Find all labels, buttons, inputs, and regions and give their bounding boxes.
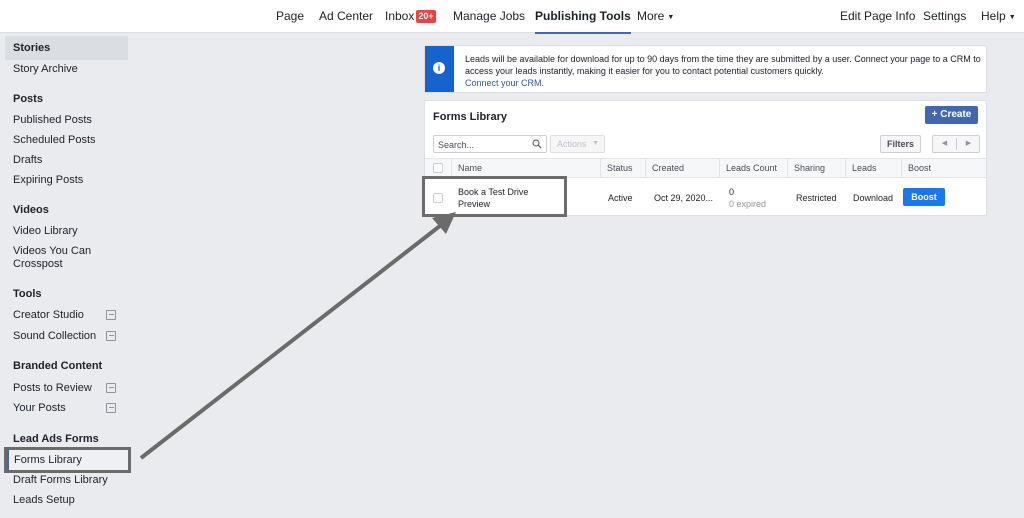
external-link-icon: [106, 331, 116, 341]
sidebar-item-published-posts[interactable]: Published Posts: [13, 114, 128, 127]
nav-edit-page-info[interactable]: Edit Page Info: [840, 0, 915, 33]
select-all-checkbox[interactable]: [433, 163, 443, 173]
form-created-date: Oct 29, 2020...: [654, 193, 714, 203]
inbox-count-badge: 20+: [416, 10, 436, 23]
actions-dropdown[interactable]: Actions ▼: [550, 135, 605, 153]
sidebar-item-video-library[interactable]: Video Library: [13, 225, 128, 238]
sidebar-item-scheduled-posts[interactable]: Scheduled Posts: [13, 134, 128, 147]
active-indicator: [7, 450, 9, 470]
sidebar-heading-branded-content: Branded Content: [13, 360, 103, 372]
nav-help-label: Help: [981, 9, 1006, 23]
nav-publishing-tools[interactable]: Publishing Tools: [535, 0, 631, 34]
leads-count: 0: [729, 187, 735, 197]
info-banner-text: Leads will be available for download for…: [465, 53, 985, 89]
nav-more-label: More: [637, 9, 665, 23]
search-box[interactable]: [433, 135, 547, 153]
nav-manage-jobs[interactable]: Manage Jobs: [453, 0, 525, 33]
column-header-status[interactable]: Status: [600, 159, 645, 177]
nav-ad-center[interactable]: Ad Center: [319, 0, 373, 33]
table-header: Name Status Created Leads Count Sharing …: [425, 158, 986, 178]
sidebar-item-forms-library-label: Forms Library: [14, 454, 82, 466]
nav-inbox[interactable]: Inbox 20+: [385, 0, 436, 33]
sidebar-item-drafts[interactable]: Drafts: [13, 154, 128, 167]
sidebar-item-stories-label: Stories: [13, 42, 51, 54]
info-banner: i Leads will be available for download f…: [424, 45, 987, 93]
boost-button[interactable]: Boost: [903, 188, 945, 206]
external-link-icon: [106, 310, 116, 320]
connect-crm-link[interactable]: Connect your CRM.: [465, 78, 544, 88]
sharing-status: Restricted: [796, 193, 837, 203]
column-header-boost[interactable]: Boost: [901, 159, 986, 177]
column-header-name[interactable]: Name: [451, 159, 600, 177]
left-sidebar: Stories Story Archive Posts Published Po…: [0, 33, 140, 518]
sidebar-item-leads-setup[interactable]: Leads Setup: [13, 494, 128, 507]
nav-inbox-label: Inbox: [385, 9, 415, 23]
sidebar-item-sound-collection[interactable]: Sound Collection: [13, 330, 128, 343]
form-status: Active: [608, 193, 633, 203]
external-link-icon: [106, 403, 116, 413]
sidebar-heading-posts: Posts: [13, 93, 43, 105]
search-input[interactable]: [438, 138, 528, 151]
sidebar-item-creator-studio[interactable]: Creator Studio: [13, 309, 128, 322]
sidebar-item-your-posts-label: Your Posts: [13, 402, 66, 414]
sidebar-item-posts-to-review[interactable]: Posts to Review: [13, 382, 128, 395]
sidebar-item-posts-to-review-label: Posts to Review: [13, 382, 92, 394]
row-highlight-box: [422, 176, 567, 217]
expired-count: 0 expired: [729, 199, 767, 209]
column-header-sharing[interactable]: Sharing: [787, 159, 845, 177]
sidebar-item-videos-crosspost[interactable]: Videos You Can Crosspost: [13, 245, 103, 271]
sidebar-heading-tools: Tools: [13, 288, 42, 300]
sidebar-heading-lead-ads-forms: Lead Ads Forms: [13, 433, 99, 445]
external-link-icon: [106, 383, 116, 393]
column-header-leads-count[interactable]: Leads Count: [719, 159, 787, 177]
sidebar-heading-videos: Videos: [13, 204, 49, 216]
column-header-leads[interactable]: Leads: [845, 159, 901, 177]
actions-label: Actions: [557, 139, 587, 149]
sidebar-item-sound-collection-label: Sound Collection: [13, 330, 97, 342]
next-page-icon[interactable]: ▶: [957, 136, 980, 152]
caret-down-icon: ▼: [592, 140, 599, 147]
nav-page[interactable]: Page: [276, 0, 304, 33]
sidebar-item-draft-forms-library[interactable]: Draft Forms Library: [13, 474, 128, 487]
filters-button[interactable]: Filters: [880, 135, 921, 153]
panel-title: Forms Library: [433, 111, 507, 123]
sidebar-item-expiring-posts[interactable]: Expiring Posts: [13, 174, 128, 187]
create-button[interactable]: + Create: [925, 106, 978, 124]
column-header-created[interactable]: Created: [645, 159, 719, 177]
info-message: Leads will be available for download for…: [465, 54, 981, 76]
info-icon: i: [433, 62, 445, 74]
sidebar-item-your-posts[interactable]: Your Posts: [13, 402, 128, 415]
caret-down-icon: ▼: [1008, 14, 1016, 21]
prev-page-icon[interactable]: ◀: [933, 136, 956, 152]
info-banner-stripe: i: [425, 46, 454, 92]
pagination: ◀ ▶: [932, 135, 980, 153]
sidebar-item-story-archive[interactable]: Story Archive: [13, 63, 128, 76]
top-navigation: Page Ad Center Inbox 20+ Manage Jobs Publ…: [0, 0, 1024, 34]
nav-more[interactable]: More ▼: [637, 0, 674, 33]
sidebar-item-forms-library[interactable]: Forms Library: [4, 447, 131, 473]
search-icon: [532, 139, 542, 149]
download-leads-link[interactable]: Download: [853, 193, 893, 203]
caret-down-icon: ▼: [667, 14, 675, 21]
nav-help[interactable]: Help ▼: [981, 0, 1016, 33]
sidebar-item-creator-studio-label: Creator Studio: [13, 309, 84, 321]
nav-settings[interactable]: Settings: [923, 0, 966, 33]
